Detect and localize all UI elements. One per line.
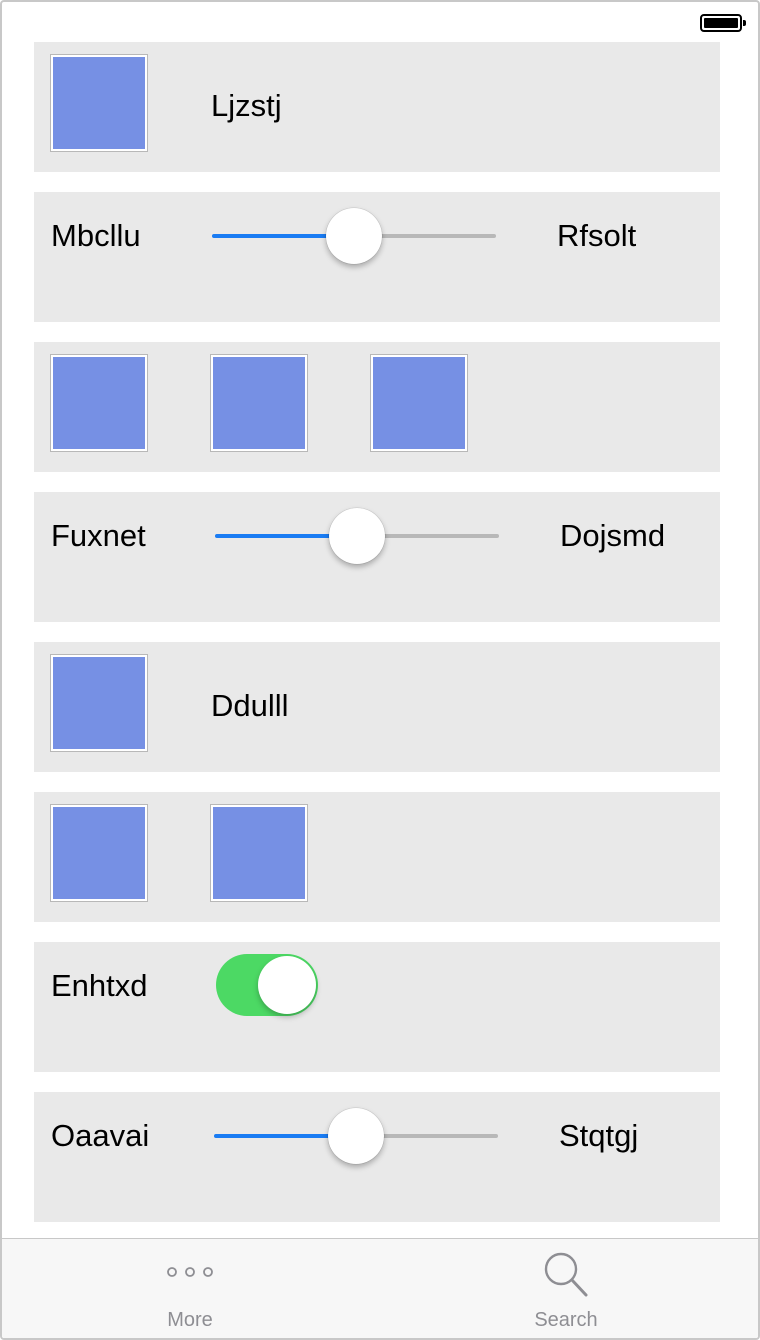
list-row-6 bbox=[34, 792, 720, 922]
image-placeholder bbox=[213, 807, 305, 899]
image-thumbnail[interactable] bbox=[210, 354, 308, 452]
image-thumbnail[interactable] bbox=[50, 54, 148, 152]
list-row-2: Mbcllu Rfsolt bbox=[34, 192, 720, 322]
tab-more[interactable]: More bbox=[2, 1239, 378, 1338]
image-thumbnail[interactable] bbox=[50, 804, 148, 902]
slider-knob[interactable] bbox=[326, 208, 382, 264]
tab-bar: More Search bbox=[2, 1238, 758, 1338]
toggle-knob bbox=[258, 956, 316, 1014]
tab-search-label: Search bbox=[534, 1309, 598, 1331]
slider-left-label: Fuxnet bbox=[51, 518, 146, 553]
list-row-5: Ddulll bbox=[34, 642, 720, 772]
image-placeholder bbox=[213, 357, 305, 449]
image-placeholder bbox=[53, 657, 145, 749]
image-thumbnail[interactable] bbox=[210, 804, 308, 902]
image-placeholder bbox=[53, 807, 145, 899]
tab-search[interactable]: Search bbox=[378, 1239, 754, 1338]
list-row-1: Ljzstj bbox=[34, 42, 720, 172]
slider-right-label: Stqtgj bbox=[559, 1118, 639, 1153]
slider-left-label: Oaavai bbox=[51, 1118, 150, 1153]
battery-cap bbox=[743, 20, 746, 26]
tab-more-label: More bbox=[167, 1309, 213, 1331]
image-placeholder bbox=[373, 357, 465, 449]
slider-right-label: Dojsmd bbox=[560, 518, 666, 553]
row-label: Ljzstj bbox=[211, 88, 282, 123]
more-icon bbox=[167, 1267, 213, 1277]
slider[interactable] bbox=[214, 1106, 498, 1166]
list-row-8: Oaavai Stqtgj bbox=[34, 1092, 720, 1222]
status-bar bbox=[2, 2, 758, 42]
image-thumbnail[interactable] bbox=[50, 654, 148, 752]
image-thumbnail[interactable] bbox=[50, 354, 148, 452]
battery-full-icon bbox=[700, 14, 746, 32]
app-screen: Ljzstj Mbcllu Rfsolt Fuxnet Dojsmd Ddull… bbox=[0, 0, 760, 1340]
slider[interactable] bbox=[212, 206, 496, 266]
image-placeholder bbox=[53, 357, 145, 449]
list-row-3 bbox=[34, 342, 720, 472]
image-placeholder bbox=[53, 57, 145, 149]
slider-knob[interactable] bbox=[328, 1108, 384, 1164]
slider-left-label: Mbcllu bbox=[51, 218, 141, 253]
row-label: Ddulll bbox=[211, 688, 289, 723]
battery-fill bbox=[704, 18, 738, 28]
search-icon bbox=[544, 1252, 588, 1297]
toggle-label: Enhtxd bbox=[51, 968, 148, 1003]
toggle-switch[interactable] bbox=[216, 954, 318, 1016]
list-row-4: Fuxnet Dojsmd bbox=[34, 492, 720, 622]
list-row-7: Enhtxd bbox=[34, 942, 720, 1072]
slider[interactable] bbox=[215, 506, 499, 566]
slider-knob[interactable] bbox=[329, 508, 385, 564]
slider-right-label: Rfsolt bbox=[557, 218, 637, 253]
image-thumbnail[interactable] bbox=[370, 354, 468, 452]
